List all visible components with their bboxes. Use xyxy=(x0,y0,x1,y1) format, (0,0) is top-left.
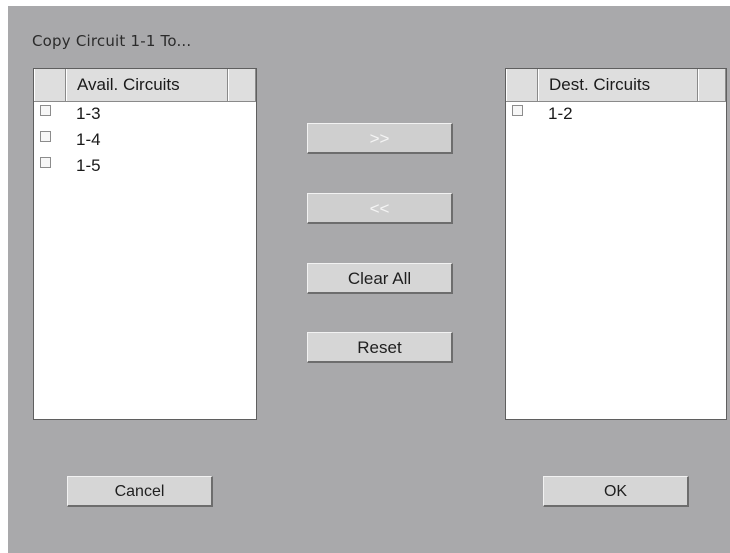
checkbox[interactable] xyxy=(512,105,523,116)
checkbox[interactable] xyxy=(40,157,51,168)
list-item[interactable]: 1-5 xyxy=(34,154,256,180)
move-left-button[interactable]: << xyxy=(307,193,453,224)
dialog-title: Copy Circuit 1-1 To... xyxy=(32,32,192,50)
move-right-button[interactable]: >> xyxy=(307,123,453,154)
list-item-label: 1-4 xyxy=(76,130,101,149)
list-item[interactable]: 1-4 xyxy=(34,128,256,154)
destination-list-header: Dest. Circuits xyxy=(506,69,726,102)
list-item-label: 1-2 xyxy=(548,104,573,123)
clear-all-button[interactable]: Clear All xyxy=(307,263,453,294)
available-list-header: Avail. Circuits xyxy=(34,69,256,102)
destination-header-check-column[interactable] xyxy=(506,69,538,101)
destination-circuits-list[interactable]: Dest. Circuits 1-2 xyxy=(505,68,727,420)
available-header-end-column[interactable] xyxy=(228,69,256,101)
available-circuits-list[interactable]: Avail. Circuits 1-3 1-4 1-5 xyxy=(33,68,257,420)
available-header-check-column[interactable] xyxy=(34,69,66,101)
checkbox[interactable] xyxy=(40,131,51,142)
ok-button[interactable]: OK xyxy=(543,476,689,507)
checkbox[interactable] xyxy=(40,105,51,116)
destination-rows: 1-2 xyxy=(506,102,726,128)
list-item[interactable]: 1-3 xyxy=(34,102,256,128)
available-header-label[interactable]: Avail. Circuits xyxy=(66,69,228,101)
copy-circuit-dialog: Copy Circuit 1-1 To... Avail. Circuits 1… xyxy=(8,6,730,553)
list-item[interactable]: 1-2 xyxy=(506,102,726,128)
list-item-label: 1-5 xyxy=(76,156,101,175)
list-item-label: 1-3 xyxy=(76,104,101,123)
destination-header-label[interactable]: Dest. Circuits xyxy=(538,69,698,101)
reset-button[interactable]: Reset xyxy=(307,332,453,363)
destination-header-end-column[interactable] xyxy=(698,69,726,101)
available-rows: 1-3 1-4 1-5 xyxy=(34,102,256,180)
cancel-button[interactable]: Cancel xyxy=(67,476,213,507)
